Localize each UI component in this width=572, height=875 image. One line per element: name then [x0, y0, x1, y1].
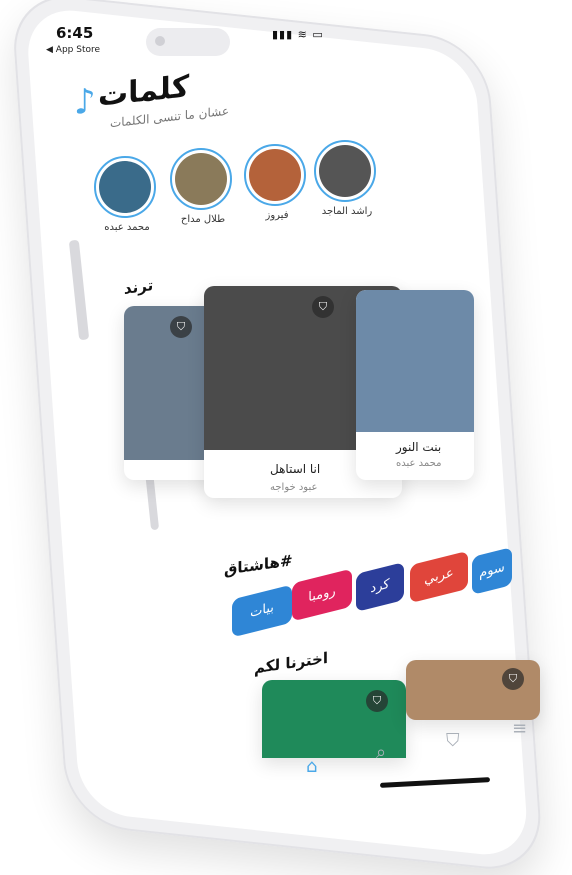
song-artist: عبود خواجه: [270, 482, 318, 493]
trend-card[interactable]: بنت النور محمد عبده: [356, 290, 474, 480]
camera-icon: [155, 36, 165, 46]
artist-item[interactable]: فيروز: [244, 144, 310, 221]
artist-name: فيروز: [265, 210, 289, 221]
status-time: 6:45: [56, 24, 94, 42]
artist-name: طلال مداح: [180, 214, 226, 225]
menu-icon[interactable]: ≡: [512, 718, 527, 739]
song-cover: [356, 290, 474, 432]
bookmark-icon[interactable]: ⛉: [170, 316, 192, 338]
artist-photo: [319, 145, 371, 197]
status-icons: ▮▮▮ ≋ ▭: [272, 28, 324, 41]
back-to-app-store[interactable]: ◀ App Store: [46, 45, 100, 55]
song-title: بنت النور: [396, 440, 442, 454]
search-icon[interactable]: ⌕: [376, 742, 386, 763]
song-title: انا استاهل: [270, 462, 321, 476]
music-note-icon: ♪: [74, 80, 96, 124]
artist-name: محمد عبده: [104, 222, 150, 233]
artist-photo: [99, 161, 151, 213]
artist-item[interactable]: طلال مداح: [170, 148, 236, 225]
artist-name: راشد الماجد: [321, 206, 373, 217]
artist-item[interactable]: راشد الماجد: [314, 140, 380, 217]
artist-photo: [249, 149, 301, 201]
artist-avatar: [94, 156, 156, 218]
song-artist: محمد عبده: [396, 458, 442, 469]
artist-item[interactable]: محمد عبده: [94, 156, 160, 233]
bookmark-icon[interactable]: ⛉: [366, 690, 388, 712]
artist-avatar: [244, 144, 306, 206]
artist-photo: [175, 153, 227, 205]
bookmark-icon[interactable]: ⛉: [312, 296, 334, 318]
bookmark-icon[interactable]: ⛉: [502, 668, 524, 690]
artist-avatar: [170, 148, 232, 210]
home-icon[interactable]: ⌂: [306, 756, 317, 777]
pick-card[interactable]: ⛉: [406, 660, 540, 720]
artist-avatar: [314, 140, 376, 202]
bookmark-icon[interactable]: ⛉: [446, 730, 460, 751]
